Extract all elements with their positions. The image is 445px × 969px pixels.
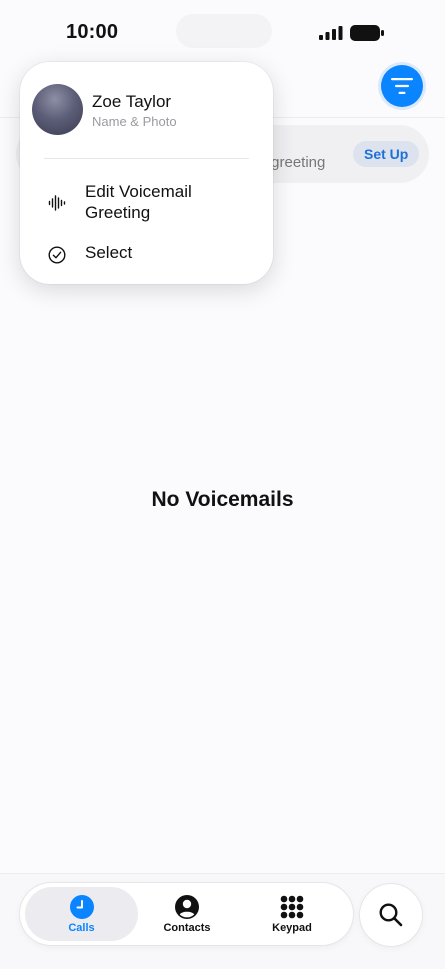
empty-state-title: No Voicemails (151, 488, 294, 511)
menu-item-edit-voicemail-greeting[interactable]: Edit Voicemail Greeting (44, 181, 254, 223)
profile-subtitle: Name & Photo (92, 114, 177, 129)
keypad-icon (280, 895, 304, 918)
menu-item-select[interactable]: Select (44, 242, 254, 268)
status-bar: 10:00 (0, 0, 445, 62)
menu-item-label: Edit Voicemail Greeting (85, 182, 192, 222)
options-menu: Zoe Taylor Name & Photo Edit Voicemail G… (20, 62, 273, 284)
tab-calls[interactable]: Calls (25, 887, 138, 941)
waveform-icon (44, 190, 70, 216)
status-time: 10:00 (66, 21, 119, 43)
battery-icon (350, 25, 384, 41)
menu-item-label: Select (85, 243, 133, 262)
person-circle-icon (175, 894, 199, 919)
tab-label: Keypad (272, 921, 312, 934)
tab-contacts[interactable]: Contacts (137, 887, 237, 941)
magnifying-glass-icon (379, 903, 403, 927)
set-up-button[interactable]: Set Up (353, 141, 420, 167)
cellular-signal-icon (319, 26, 343, 40)
menu-divider (44, 158, 249, 159)
tab-bar: Calls Contacts Keypad (20, 883, 353, 945)
tab-keypad[interactable]: Keypad (242, 887, 342, 941)
avatar[interactable] (32, 84, 83, 135)
checkmark-circle-icon (44, 242, 70, 268)
clock-icon (69, 894, 94, 919)
search-button[interactable] (360, 884, 422, 946)
tab-label: Contacts (163, 921, 211, 934)
tab-label: Calls (68, 921, 95, 934)
dynamic-island (176, 14, 272, 48)
filter-button[interactable] (381, 65, 423, 107)
profile-name[interactable]: Zoe Taylor (92, 92, 171, 112)
filter-lines-icon (391, 78, 413, 94)
